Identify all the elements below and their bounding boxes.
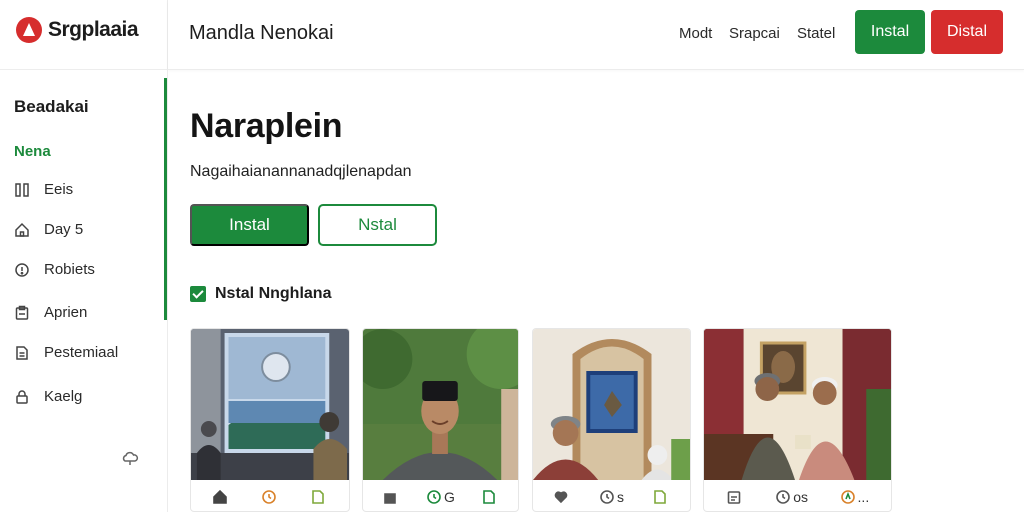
card-footer: os ... <box>704 480 891 511</box>
sidebar-item-label: Pestemiaal <box>44 344 119 361</box>
bag-icon <box>384 492 396 504</box>
app-logo[interactable]: Srgplaaia <box>16 17 139 43</box>
card-action[interactable] <box>652 489 670 505</box>
card-action-text: G <box>444 488 455 505</box>
card-image-two-men <box>704 329 891 480</box>
checkbox-checked[interactable] <box>190 286 206 302</box>
media-card[interactable]: G <box>362 328 519 512</box>
install-checkbox-row[interactable]: Nstal Nnghlana <box>190 285 331 303</box>
card-image-man-in-cap <box>363 329 518 480</box>
primary-install-button[interactable]: Instal <box>190 204 309 246</box>
sidebar-bottom-button[interactable] <box>121 449 139 472</box>
card-action-text: os <box>793 488 809 505</box>
logo-icon <box>16 17 42 43</box>
header-title: Mandla Nenokai <box>189 22 334 44</box>
card-action[interactable] <box>481 489 499 505</box>
calendar-icon <box>727 490 741 504</box>
card-action[interactable]: os <box>775 489 808 505</box>
media-card[interactable]: s <box>532 328 691 512</box>
sidebar-heading: Beadakai <box>14 97 89 116</box>
card-image-presentation <box>191 329 349 480</box>
header-link-modt[interactable]: Modt <box>679 25 712 42</box>
info-icon <box>15 262 29 277</box>
heart-icon <box>554 490 568 503</box>
top-header: Mandla Nenokai Modt Srapcai Statel Insta… <box>168 0 1024 70</box>
document-icon <box>16 345 28 360</box>
header-uninstall-button[interactable]: Distal <box>931 10 1003 54</box>
sidebar-divider <box>0 69 168 70</box>
sidebar-item-label: Kaelg <box>44 388 83 405</box>
clock-icon <box>427 489 441 504</box>
sidebar-item-label: Aprien <box>44 304 88 321</box>
sidebar-item-active[interactable]: Nena <box>14 143 51 160</box>
sidebar-item-robiets[interactable]: Robiets <box>14 261 95 278</box>
page-title: Naraplein <box>190 107 343 145</box>
card-image-framed-painting <box>533 329 690 480</box>
sidebar-item-label: Day 5 <box>44 221 84 238</box>
sidebar-item-day[interactable]: Day 5 <box>14 221 83 238</box>
file-icon <box>483 489 495 504</box>
file-icon <box>654 489 666 504</box>
clipboard-icon <box>15 305 29 320</box>
header-link-srapcai[interactable]: Srapcai <box>729 25 780 42</box>
card-action[interactable] <box>382 489 400 505</box>
sidebar-item-aprien[interactable]: Aprien <box>14 304 87 321</box>
card-action[interactable] <box>310 489 328 505</box>
outline-install-button[interactable]: Nstal <box>318 204 437 246</box>
checkbox-label: Nstal Nnghlana <box>215 285 332 302</box>
header-install-button[interactable]: Instal <box>855 10 925 54</box>
card-footer <box>191 480 349 511</box>
clock-icon <box>600 489 614 504</box>
app-name: Srgplaaia <box>48 18 139 41</box>
card-action[interactable]: s <box>599 489 624 505</box>
media-card[interactable] <box>190 328 350 512</box>
home-icon <box>15 222 29 237</box>
card-action[interactable] <box>553 489 571 505</box>
sidebar-item-pestemiaal[interactable]: Pestemiaal <box>14 344 118 361</box>
sidebar-item-kaelg[interactable]: Kaelg <box>14 388 82 405</box>
columns-icon <box>15 182 29 197</box>
page-subtitle: Nagaihaianannanadqjlenapdan <box>190 163 412 180</box>
sidebar: Srgplaaia Beadakai Nena Eeis Day 5 Robie… <box>0 0 168 512</box>
sidebar-item-label: Eeis <box>44 181 74 198</box>
card-action-text: ... <box>857 488 870 505</box>
card-action[interactable]: ... <box>840 488 870 505</box>
card-action[interactable]: G <box>426 489 455 505</box>
cloud-icon <box>122 451 139 465</box>
badge-icon <box>840 489 855 504</box>
clock-icon <box>776 489 791 504</box>
card-footer: G <box>363 480 518 511</box>
card-action[interactable] <box>726 489 744 505</box>
sidebar-active-indicator <box>164 78 167 320</box>
card-action[interactable] <box>212 489 230 505</box>
sidebar-item-eeis[interactable]: Eeis <box>14 181 73 198</box>
header-link-statel[interactable]: Statel <box>797 25 835 42</box>
card-action-text: s <box>617 488 624 505</box>
media-card[interactable]: os ... <box>703 328 892 512</box>
sidebar-item-label: Robiets <box>44 261 95 278</box>
file-icon <box>311 489 324 504</box>
clock-icon <box>262 489 276 504</box>
home-icon <box>213 489 228 504</box>
lock-icon <box>16 389 28 404</box>
card-action[interactable] <box>261 489 279 505</box>
card-footer: s <box>533 480 690 511</box>
